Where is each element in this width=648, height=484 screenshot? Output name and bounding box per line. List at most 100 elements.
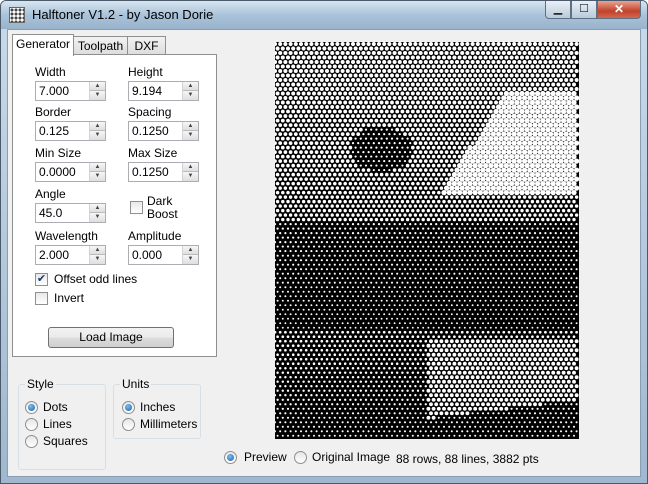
style-group: Style Dots Lines Squares bbox=[18, 377, 106, 470]
style-lines-radio[interactable] bbox=[25, 418, 38, 431]
min-size-label: Min Size bbox=[35, 146, 82, 160]
tab-toolpath[interactable]: Toolpath bbox=[73, 36, 128, 55]
invert-checkbox[interactable] bbox=[35, 292, 48, 305]
spin-down-icon[interactable]: ▼ bbox=[183, 172, 198, 181]
spin-up-icon[interactable]: ▲ bbox=[183, 122, 198, 131]
caption-buttons: ▁ ☐ ✕ bbox=[545, 1, 641, 19]
height-value: 9.194 bbox=[132, 84, 163, 98]
style-group-title: Style bbox=[25, 377, 56, 391]
halftone-app-icon bbox=[9, 7, 25, 23]
style-dots-label[interactable]: Dots bbox=[43, 400, 68, 414]
minimize-button[interactable]: ▁ bbox=[545, 1, 571, 19]
spin-down-icon[interactable]: ▼ bbox=[90, 255, 105, 264]
max-size-value: 0.1250 bbox=[132, 165, 169, 179]
spin-down-icon[interactable]: ▼ bbox=[183, 131, 198, 140]
spacing-input[interactable]: 0.1250 ▲ ▼ bbox=[128, 121, 199, 141]
units-inches-label[interactable]: Inches bbox=[140, 400, 175, 414]
height-input[interactable]: 9.194 ▲ ▼ bbox=[128, 81, 199, 101]
generator-tab-page: Width 7.000 ▲ ▼ Height 9.194 ▲ ▼ Border 0.… bbox=[12, 54, 217, 357]
spin-up-icon[interactable]: ▲ bbox=[90, 204, 105, 213]
spacing-label: Spacing bbox=[128, 105, 172, 119]
units-group-title: Units bbox=[120, 377, 152, 391]
spin-down-icon[interactable]: ▼ bbox=[90, 213, 105, 222]
spacing-value: 0.1250 bbox=[132, 124, 169, 138]
spin-down-icon[interactable]: ▼ bbox=[183, 255, 198, 264]
spin-up-icon[interactable]: ▲ bbox=[183, 82, 198, 91]
spin-down-icon[interactable]: ▼ bbox=[90, 131, 105, 140]
load-image-button[interactable]: Load Image bbox=[48, 327, 174, 348]
max-size-input[interactable]: 0.1250 ▲ ▼ bbox=[128, 162, 199, 182]
wavelength-label: Wavelength bbox=[35, 229, 98, 243]
spacing-spinner: ▲ ▼ bbox=[182, 122, 198, 140]
units-millimeters-label[interactable]: Millimeters bbox=[140, 417, 197, 431]
border-spinner: ▲ ▼ bbox=[89, 122, 105, 140]
angle-label: Angle bbox=[35, 187, 66, 201]
close-button[interactable]: ✕ bbox=[597, 1, 641, 19]
dark-boost-checkbox[interactable] bbox=[130, 201, 143, 214]
halftone-preview-image bbox=[275, 42, 579, 437]
offset-odd-lines-checkbox[interactable]: ✔ bbox=[35, 273, 48, 286]
max-size-spinner: ▲ ▼ bbox=[182, 163, 198, 181]
width-value: 7.000 bbox=[39, 84, 70, 98]
invert-label[interactable]: Invert bbox=[54, 291, 84, 305]
units-millimeters-radio[interactable] bbox=[122, 418, 135, 431]
spin-down-icon[interactable]: ▼ bbox=[90, 91, 105, 100]
min-size-value: 0.0000 bbox=[39, 165, 76, 179]
minimize-icon: ▁ bbox=[553, 3, 563, 15]
min-size-input[interactable]: 0.0000 ▲ ▼ bbox=[35, 162, 106, 182]
height-spinner: ▲ ▼ bbox=[182, 82, 198, 100]
min-size-spinner: ▲ ▼ bbox=[89, 163, 105, 181]
spin-up-icon[interactable]: ▲ bbox=[90, 163, 105, 172]
offset-odd-lines-label[interactable]: Offset odd lines bbox=[54, 272, 137, 286]
style-dots-radio[interactable] bbox=[25, 401, 38, 414]
preview-radio[interactable] bbox=[224, 451, 237, 464]
tab-dxf[interactable]: DXF bbox=[127, 36, 166, 55]
border-label: Border bbox=[35, 105, 72, 119]
close-icon: ✕ bbox=[613, 2, 625, 16]
spin-up-icon[interactable]: ▲ bbox=[90, 122, 105, 131]
border-input[interactable]: 0.125 ▲ ▼ bbox=[35, 121, 106, 141]
spin-up-icon[interactable]: ▲ bbox=[90, 82, 105, 91]
client-area: Generator Toolpath DXF Width 7.000 ▲ ▼ He… bbox=[7, 29, 641, 477]
window-title: Halftoner V1.2 - by Jason Dorie bbox=[32, 7, 214, 22]
dark-boost-label-line2: Boost bbox=[147, 207, 178, 221]
dark-boost-label[interactable]: Dark Boost bbox=[147, 195, 178, 221]
angle-value: 45.0 bbox=[39, 206, 63, 220]
spin-up-icon[interactable]: ▲ bbox=[183, 163, 198, 172]
width-label: Width bbox=[35, 65, 66, 79]
maximize-icon: ☐ bbox=[579, 3, 589, 15]
checkmark-icon: ✔ bbox=[36, 273, 47, 285]
tab-generator[interactable]: Generator bbox=[12, 34, 74, 56]
style-squares-radio[interactable] bbox=[25, 435, 38, 448]
spin-up-icon[interactable]: ▲ bbox=[90, 246, 105, 255]
spin-down-icon[interactable]: ▼ bbox=[90, 172, 105, 181]
title-bar[interactable]: Halftoner V1.2 - by Jason Dorie ▁ ☐ ✕ bbox=[1, 1, 647, 29]
preview-label[interactable]: Preview bbox=[244, 450, 287, 464]
wavelength-input[interactable]: 2.000 ▲ ▼ bbox=[35, 245, 106, 265]
height-label: Height bbox=[128, 65, 163, 79]
original-image-radio[interactable] bbox=[294, 451, 307, 464]
original-image-label[interactable]: Original Image bbox=[312, 450, 390, 464]
style-lines-label[interactable]: Lines bbox=[43, 417, 72, 431]
status-text: 88 rows, 88 lines, 3882 pts bbox=[396, 452, 539, 466]
style-squares-label[interactable]: Squares bbox=[43, 434, 88, 448]
maximize-button[interactable]: ☐ bbox=[571, 1, 597, 19]
amplitude-value: 0.000 bbox=[132, 248, 163, 262]
border-value: 0.125 bbox=[39, 124, 70, 138]
spin-up-icon[interactable]: ▲ bbox=[183, 246, 198, 255]
halftone-preview bbox=[275, 42, 579, 439]
amplitude-input[interactable]: 0.000 ▲ ▼ bbox=[128, 245, 199, 265]
app-window: Halftoner V1.2 - by Jason Dorie ▁ ☐ ✕ Ge… bbox=[0, 0, 648, 484]
amplitude-spinner: ▲ ▼ bbox=[182, 246, 198, 264]
spin-down-icon[interactable]: ▼ bbox=[183, 91, 198, 100]
angle-spinner: ▲ ▼ bbox=[89, 204, 105, 222]
wavelength-spinner: ▲ ▼ bbox=[89, 246, 105, 264]
units-inches-radio[interactable] bbox=[122, 401, 135, 414]
wavelength-value: 2.000 bbox=[39, 248, 70, 262]
angle-input[interactable]: 45.0 ▲ ▼ bbox=[35, 203, 106, 223]
max-size-label: Max Size bbox=[128, 146, 178, 160]
amplitude-label: Amplitude bbox=[128, 229, 182, 243]
units-group: Units Inches Millimeters bbox=[113, 377, 201, 439]
width-spinner: ▲ ▼ bbox=[89, 82, 105, 100]
width-input[interactable]: 7.000 ▲ ▼ bbox=[35, 81, 106, 101]
